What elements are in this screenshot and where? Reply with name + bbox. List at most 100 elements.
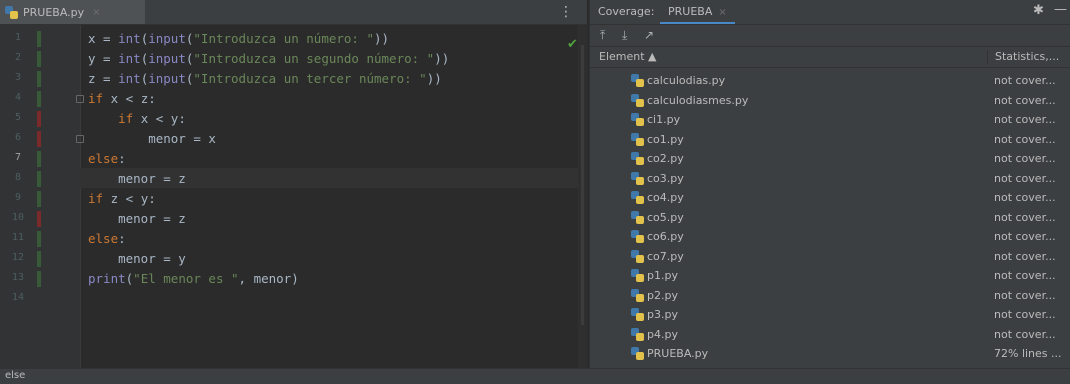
close-icon[interactable]: × <box>92 7 100 18</box>
coverage-row-stat: not cover... <box>994 74 1056 87</box>
code-token: else <box>88 151 119 166</box>
coverage-row-stat: not cover... <box>994 132 1056 146</box>
code-token: "El menor es " <box>133 271 239 286</box>
editor-tab-bar: PRUEBA.py × ⋮ <box>0 0 587 25</box>
line-number: 10 <box>11 212 25 223</box>
code-line[interactable]: y = int(input("Introduzca un segundo núm… <box>88 49 449 69</box>
minimize-icon[interactable]: — <box>1054 2 1067 17</box>
editor-scrollbar[interactable] <box>578 25 587 368</box>
coverage-row[interactable]: p3.py not cover... <box>590 306 1070 325</box>
coverage-row[interactable]: calculodiasmes.py not cover... <box>590 92 1070 111</box>
line-number: 7 <box>14 152 22 163</box>
editor-tab-prueba[interactable]: PRUEBA.py × <box>0 0 145 24</box>
code-token: z = <box>88 71 119 86</box>
editor-pane: PRUEBA.py × ⋮ 1 2 3 4 5 6 7 8 9 10 11 12 13 14 x = in… <box>0 0 587 383</box>
code-line[interactable]: menor = z <box>88 169 186 189</box>
python-file-icon <box>631 327 644 341</box>
coverage-marker-green[interactable] <box>37 51 41 67</box>
coverage-marker-red[interactable] <box>37 131 41 147</box>
coverage-row[interactable]: co4.py not cover... <box>590 189 1070 208</box>
coverage-row-name: co4.py <box>647 191 684 204</box>
code-line[interactable]: if z < y: <box>88 189 156 209</box>
fold-marker-icon[interactable] <box>76 95 84 103</box>
code-line[interactable]: print("El menor es ", menor) <box>88 269 299 289</box>
coverage-row[interactable]: co6.py not cover... <box>590 228 1070 247</box>
coverage-row[interactable]: co5.py not cover... <box>590 209 1070 228</box>
column-statistics[interactable]: Statistics,... <box>987 50 1059 64</box>
flatten-up-icon[interactable]: ⤒ <box>600 28 605 43</box>
coverage-row-name: calculodiasmes.py <box>647 93 749 107</box>
coverage-row[interactable]: ci1.py not cover... <box>590 111 1070 130</box>
code-line[interactable]: if x < y: <box>88 109 186 129</box>
python-file-icon <box>631 269 644 282</box>
coverage-row-stat: not cover... <box>994 93 1056 107</box>
code-line[interactable]: else: <box>88 229 126 249</box>
scrollbar-thumb[interactable] <box>581 45 584 325</box>
gear-icon[interactable]: ✱ <box>1033 3 1044 18</box>
coverage-row-stat: not cover... <box>994 230 1056 243</box>
coverage-row[interactable]: calculodias.py not cover... <box>590 72 1070 91</box>
coverage-row-stat: not cover... <box>994 249 1056 263</box>
coverage-marker-green[interactable] <box>37 71 41 87</box>
coverage-row[interactable]: p4.py not cover... <box>590 326 1070 345</box>
coverage-row-name: calculodias.py <box>647 74 726 87</box>
code-line[interactable]: menor = z <box>88 209 186 229</box>
code-token: "Introduzca un número: " <box>193 31 375 46</box>
python-file-icon <box>631 74 644 87</box>
coverage-column-headers: Element ▲ Statistics,... <box>590 46 1070 68</box>
coverage-row[interactable]: co1.py not cover... <box>590 131 1070 150</box>
coverage-list[interactable]: calculodias.py not cover... calculodiasmes… <box>590 68 1070 368</box>
coverage-row-name: co7.py <box>647 249 684 263</box>
coverage-header: Coverage: PRUEBA × ✱ — <box>590 0 1070 25</box>
export-icon[interactable]: ↗ <box>644 28 654 42</box>
line-gutter: 1 2 3 4 5 6 7 8 9 10 11 12 13 14 <box>0 25 84 368</box>
code-token: input <box>148 51 186 66</box>
coverage-row[interactable]: p2.py not cover... <box>590 287 1070 306</box>
flatten-down-icon[interactable]: ⤓ <box>622 28 627 43</box>
code-token: if <box>88 91 104 106</box>
coverage-pane: Coverage: PRUEBA × ✱ — ⤒ ⤓ ↗ Element ▲ St… <box>589 0 1070 368</box>
coverage-row[interactable]: co3.py not cover... <box>590 170 1070 189</box>
coverage-marker-green[interactable] <box>37 251 41 267</box>
code-line[interactable]: if x < z: <box>88 89 156 109</box>
code-token: if <box>88 191 104 206</box>
coverage-row[interactable]: co2.py not cover... <box>590 150 1070 169</box>
coverage-marker-red[interactable] <box>37 211 41 227</box>
python-file-icon <box>631 210 644 224</box>
code-line[interactable]: x = int(input("Introduzca un número: ")) <box>88 29 389 49</box>
python-file-icon <box>631 171 644 185</box>
code-line[interactable]: menor = y <box>88 249 186 269</box>
coverage-marker-green[interactable] <box>37 171 41 187</box>
coverage-marker-green[interactable] <box>37 31 41 47</box>
coverage-row[interactable]: p1.py not cover... <box>590 267 1070 286</box>
coverage-marker-green[interactable] <box>37 91 41 107</box>
code-line[interactable]: else: <box>88 149 126 169</box>
coverage-marker-green[interactable] <box>37 271 41 287</box>
code-line[interactable]: menor = x <box>88 129 216 149</box>
code-token: menor = x <box>88 131 216 146</box>
coverage-row-name: p4.py <box>647 327 678 341</box>
coverage-row[interactable]: co7.py not cover... <box>590 248 1070 267</box>
coverage-row-name: co3.py <box>647 171 684 185</box>
line-number: 4 <box>14 92 22 103</box>
code-token: input <box>148 71 186 86</box>
coverage-row-stat: not cover... <box>994 327 1056 341</box>
coverage-marker-green[interactable] <box>37 151 41 167</box>
coverage-row[interactable]: PRUEBA.py 72% lines ... <box>590 345 1070 364</box>
column-element[interactable]: Element ▲ <box>599 50 657 63</box>
coverage-marker-red[interactable] <box>37 111 41 127</box>
coverage-row-stat: not cover... <box>994 308 1056 321</box>
coverage-tab-prueba[interactable]: PRUEBA × <box>660 0 735 24</box>
coverage-marker-green[interactable] <box>37 231 41 247</box>
kebab-icon[interactable]: ⋮ <box>559 3 573 21</box>
coverage-toolbar: ⤒ ⤓ ↗ <box>590 25 1070 45</box>
python-file-icon <box>631 191 644 204</box>
coverage-marker-green[interactable] <box>37 191 41 207</box>
fold-marker-icon[interactable] <box>76 135 84 143</box>
status-bar: else <box>0 368 1070 384</box>
code-token: z < y: <box>103 191 156 206</box>
coverage-row-file: calculodias.py <box>631 74 725 87</box>
coverage-row-stat: not cover... <box>994 171 1056 185</box>
close-icon[interactable]: × <box>718 7 726 18</box>
code-line[interactable]: z = int(input("Introduzca un tercer núme… <box>88 69 442 89</box>
